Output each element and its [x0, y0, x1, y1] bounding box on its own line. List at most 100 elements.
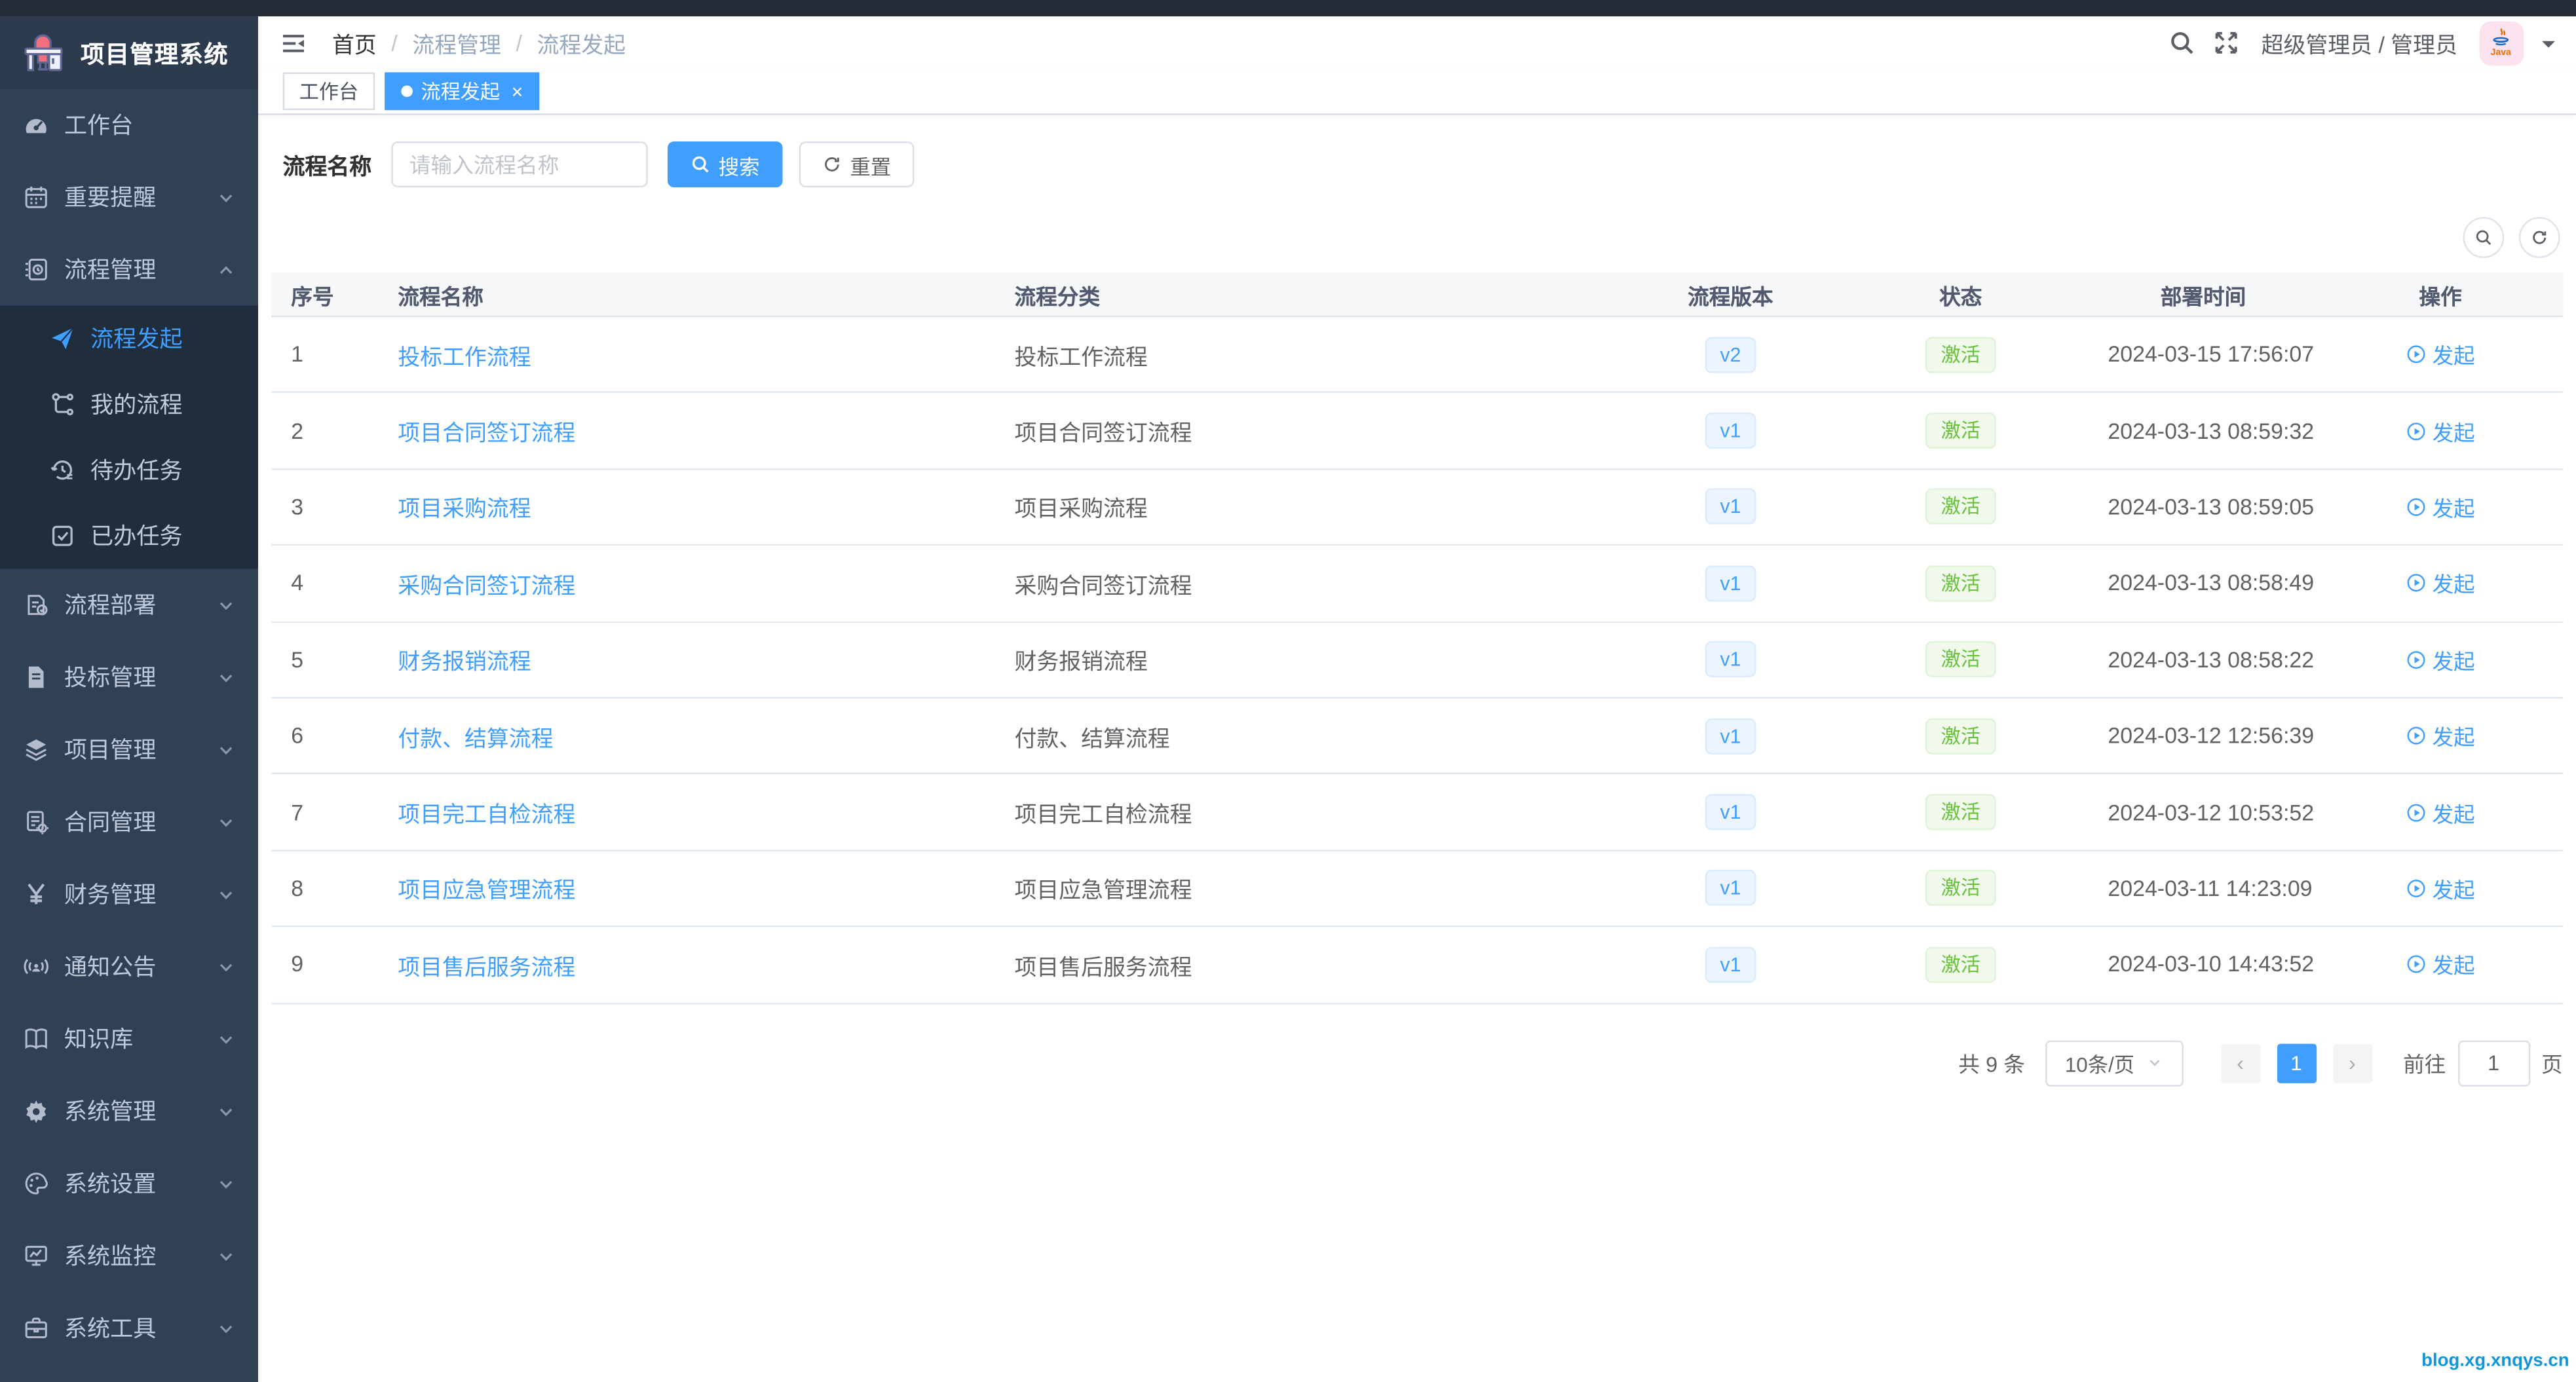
chevron-down-icon	[217, 1102, 235, 1121]
page-size-select[interactable]: 10条/页	[2045, 1039, 2183, 1085]
status-badge: 激活	[1926, 718, 1995, 754]
breadcrumb: 首页 / 流程管理 / 流程发起	[332, 26, 626, 59]
watermark: blog.xg.xnqys.cn	[2421, 1351, 2569, 1370]
cell-deploy-time: 2024-03-13 08:59:32	[2088, 419, 2318, 443]
sidebar-item-bid-management[interactable]: 投标管理	[0, 641, 258, 713]
cell-index: 8	[271, 876, 378, 901]
version-badge: v1	[1705, 489, 1756, 525]
cell-category: 项目采购流程	[994, 491, 1627, 523]
process-name-link[interactable]: 采购合同签订流程	[398, 574, 575, 599]
yen-icon	[23, 881, 49, 907]
palette-icon	[23, 1170, 49, 1197]
sidebar-item-system-settings[interactable]: 系统设置	[0, 1148, 258, 1220]
app-logo[interactable]: 项目管理系统	[0, 16, 258, 88]
cell-deploy-time: 2024-03-13 08:58:22	[2088, 647, 2318, 672]
chevron-down-icon	[217, 885, 235, 903]
sidebar-item-process-deploy[interactable]: 流程部署	[0, 569, 258, 641]
tab-close-icon[interactable]: ×	[512, 81, 523, 101]
main-area: 首页 / 流程管理 / 流程发起 超级管理员 / 管理员	[258, 16, 2576, 1382]
initiate-button[interactable]: 发起	[2406, 644, 2474, 675]
process-name-link[interactable]: 投标工作流程	[398, 345, 531, 369]
goto-page-input[interactable]	[2457, 1039, 2529, 1085]
chevron-down-icon	[217, 1174, 235, 1193]
sidebar-item-knowledge-base[interactable]: 知识库	[0, 1003, 258, 1075]
pagination-total: 共 9 条	[1958, 1047, 2025, 1079]
chevron-down-icon	[217, 668, 235, 686]
process-name-input[interactable]	[391, 141, 648, 187]
play-circle-icon	[2406, 496, 2427, 518]
cell-index: 2	[271, 419, 378, 443]
process-name-link[interactable]: 项目应急管理流程	[398, 878, 575, 903]
sidebar-item-system-tools[interactable]: 系统工具	[0, 1292, 258, 1364]
cell-index: 7	[271, 800, 378, 825]
avatar[interactable]: Java	[2479, 20, 2524, 65]
process-name-link[interactable]: 项目采购流程	[398, 497, 531, 522]
refresh-icon	[822, 155, 842, 174]
cell-index: 9	[271, 952, 378, 977]
process-name-link[interactable]: 项目完工自检流程	[398, 802, 575, 827]
app-title: 项目管理系统	[81, 35, 229, 70]
play-circle-icon	[2406, 878, 2427, 899]
play-circle-icon	[2406, 344, 2427, 365]
sidebar-item-system-monitor[interactable]: 系统监控	[0, 1220, 258, 1292]
process-name-link[interactable]: 项目合同签订流程	[398, 421, 575, 446]
tabs-bar: 工作台 流程发起 ×	[258, 69, 2576, 115]
initiate-button[interactable]: 发起	[2406, 872, 2474, 904]
initiate-button[interactable]: 发起	[2406, 720, 2474, 752]
monitor-icon	[23, 1242, 49, 1269]
cell-category: 采购合同签订流程	[994, 567, 1627, 599]
sidebar-item-done-tasks[interactable]: 已办任务	[0, 503, 258, 569]
active-tab-dot	[401, 86, 413, 98]
table-row: 4 采购合同签订流程 采购合同签订流程 v1 激活 2024-03-13 08:…	[271, 546, 2563, 622]
table-toolbar	[2463, 217, 2560, 258]
prev-page-button[interactable]: ‹	[2221, 1043, 2260, 1082]
play-circle-icon	[2406, 572, 2427, 594]
layers-icon	[23, 736, 49, 762]
sidebar-collapse-icon[interactable]	[280, 29, 308, 57]
next-page-button[interactable]: ›	[2332, 1043, 2372, 1082]
refresh-table-button[interactable]	[2518, 217, 2560, 258]
header-search-icon[interactable]	[2169, 29, 2195, 56]
initiate-button[interactable]: 发起	[2406, 339, 2474, 370]
cell-index: 5	[271, 647, 378, 672]
fullscreen-icon[interactable]	[2214, 29, 2240, 56]
reset-button[interactable]: 重置	[799, 141, 915, 187]
check-square-icon	[49, 523, 75, 549]
page-content: 流程名称 搜索 重置 序	[258, 115, 2576, 1382]
sidebar-item-process-management[interactable]: 流程管理	[0, 233, 258, 305]
breadcrumb-home[interactable]: 首页	[332, 26, 377, 59]
tab-process-initiate[interactable]: 流程发起 ×	[385, 72, 539, 110]
process-name-link[interactable]: 付款、结算流程	[398, 726, 553, 751]
tab-workbench[interactable]: 工作台	[283, 72, 375, 110]
sidebar-item-finance-management[interactable]: 财务管理	[0, 858, 258, 930]
sidebar-item-todo-tasks[interactable]: 待办任务	[0, 438, 258, 503]
initiate-button[interactable]: 发起	[2406, 415, 2474, 447]
page-number-1[interactable]: 1	[2277, 1043, 2316, 1082]
sidebar-item-project-management[interactable]: 项目管理	[0, 713, 258, 785]
user-menu-caret-icon[interactable]	[2541, 40, 2554, 53]
initiate-button[interactable]: 发起	[2406, 949, 2474, 980]
sidebar-item-reminders[interactable]: 重要提醒	[0, 161, 258, 233]
gear-icon	[23, 1098, 49, 1124]
status-badge: 激活	[1926, 641, 1995, 677]
process-journal-icon	[23, 257, 49, 283]
process-name-link[interactable]: 项目售后服务流程	[398, 955, 575, 980]
process-name-link[interactable]: 财务报销流程	[398, 650, 531, 675]
table-row: 5 财务报销流程 财务报销流程 v1 激活 2024-03-13 08:58:2…	[271, 622, 2563, 698]
calendar-icon	[23, 184, 49, 210]
chevron-down-icon	[217, 813, 235, 831]
breadcrumb-current: 流程发起	[537, 26, 626, 59]
page-unit-label: 页	[2541, 1047, 2563, 1079]
sidebar-item-my-processes[interactable]: 我的流程	[0, 371, 258, 437]
initiate-button[interactable]: 发起	[2406, 491, 2474, 523]
sidebar-item-system-management[interactable]: 系统管理	[0, 1075, 258, 1147]
sidebar-item-contract-management[interactable]: 合同管理	[0, 786, 258, 858]
sidebar-item-process-initiate[interactable]: 流程发起	[0, 306, 258, 371]
initiate-button[interactable]: 发起	[2406, 796, 2474, 828]
initiate-button[interactable]: 发起	[2406, 568, 2474, 599]
cell-deploy-time: 2024-03-12 10:53:52	[2088, 800, 2318, 825]
toggle-search-button[interactable]	[2463, 217, 2504, 258]
search-button[interactable]: 搜索	[668, 141, 783, 187]
sidebar-item-workbench[interactable]: 工作台	[0, 89, 258, 161]
sidebar-item-announcements[interactable]: 通知公告	[0, 930, 258, 1002]
